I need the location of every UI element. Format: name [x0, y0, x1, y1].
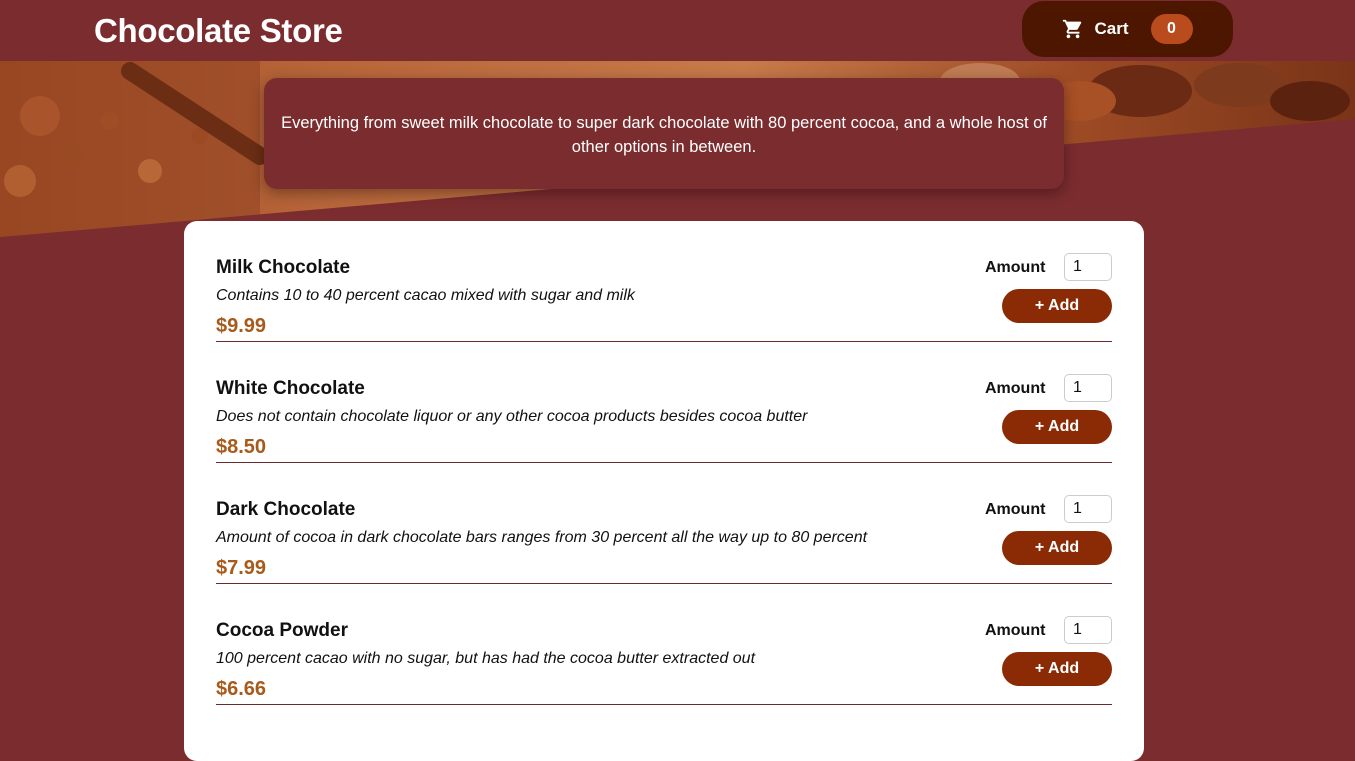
- product-price: $7.99: [216, 557, 267, 579]
- app-header: Chocolate Store Cart 0: [0, 0, 1355, 61]
- product-description: 100 percent cacao with no sugar, but has…: [216, 650, 756, 667]
- add-to-cart-button[interactable]: + Add: [1002, 531, 1112, 565]
- product-name: Dark Chocolate: [216, 499, 356, 520]
- product-price: $8.50: [216, 436, 267, 458]
- product-name: Cocoa Powder: [216, 620, 348, 641]
- amount-input[interactable]: [1064, 253, 1112, 281]
- amount-label: Amount: [985, 380, 1046, 397]
- product-price: $6.66: [216, 678, 267, 700]
- add-to-cart-button[interactable]: + Add: [1002, 289, 1112, 323]
- product-item: Milk Chocolate Contains 10 to 40 percent…: [216, 221, 1112, 342]
- store-summary: Everything from sweet milk chocolate to …: [264, 78, 1064, 189]
- amount-input[interactable]: [1064, 495, 1112, 523]
- add-to-cart-button[interactable]: + Add: [1002, 652, 1112, 686]
- cart-button[interactable]: Cart 0: [1022, 1, 1233, 57]
- product-list: Milk Chocolate Contains 10 to 40 percent…: [184, 221, 1144, 761]
- summary-text: Everything from sweet milk chocolate to …: [281, 114, 1047, 156]
- product-description: Does not contain chocolate liquor or any…: [216, 408, 808, 425]
- product-description: Amount of cocoa in dark chocolate bars r…: [216, 529, 868, 546]
- add-to-cart-button[interactable]: + Add: [1002, 410, 1112, 444]
- shopping-cart-icon: [1062, 18, 1084, 40]
- product-item: Dark Chocolate Amount of cocoa in dark c…: [216, 463, 1112, 584]
- product-name: White Chocolate: [216, 378, 365, 399]
- product-item: Cocoa Powder 100 percent cacao with no s…: [216, 584, 1112, 705]
- amount-label: Amount: [985, 259, 1046, 276]
- amount-input[interactable]: [1064, 616, 1112, 644]
- store-title: Chocolate Store: [94, 12, 343, 49]
- cart-label: Cart: [1094, 19, 1129, 38]
- cart-count-badge: 0: [1150, 14, 1193, 44]
- product-item: White Chocolate Does not contain chocola…: [216, 342, 1112, 463]
- product-name: Milk Chocolate: [216, 257, 351, 278]
- amount-label: Amount: [985, 622, 1046, 639]
- product-description: Contains 10 to 40 percent cacao mixed wi…: [216, 287, 635, 304]
- product-price: $9.99: [216, 315, 267, 337]
- amount-label: Amount: [985, 501, 1046, 518]
- amount-input[interactable]: [1064, 374, 1112, 402]
